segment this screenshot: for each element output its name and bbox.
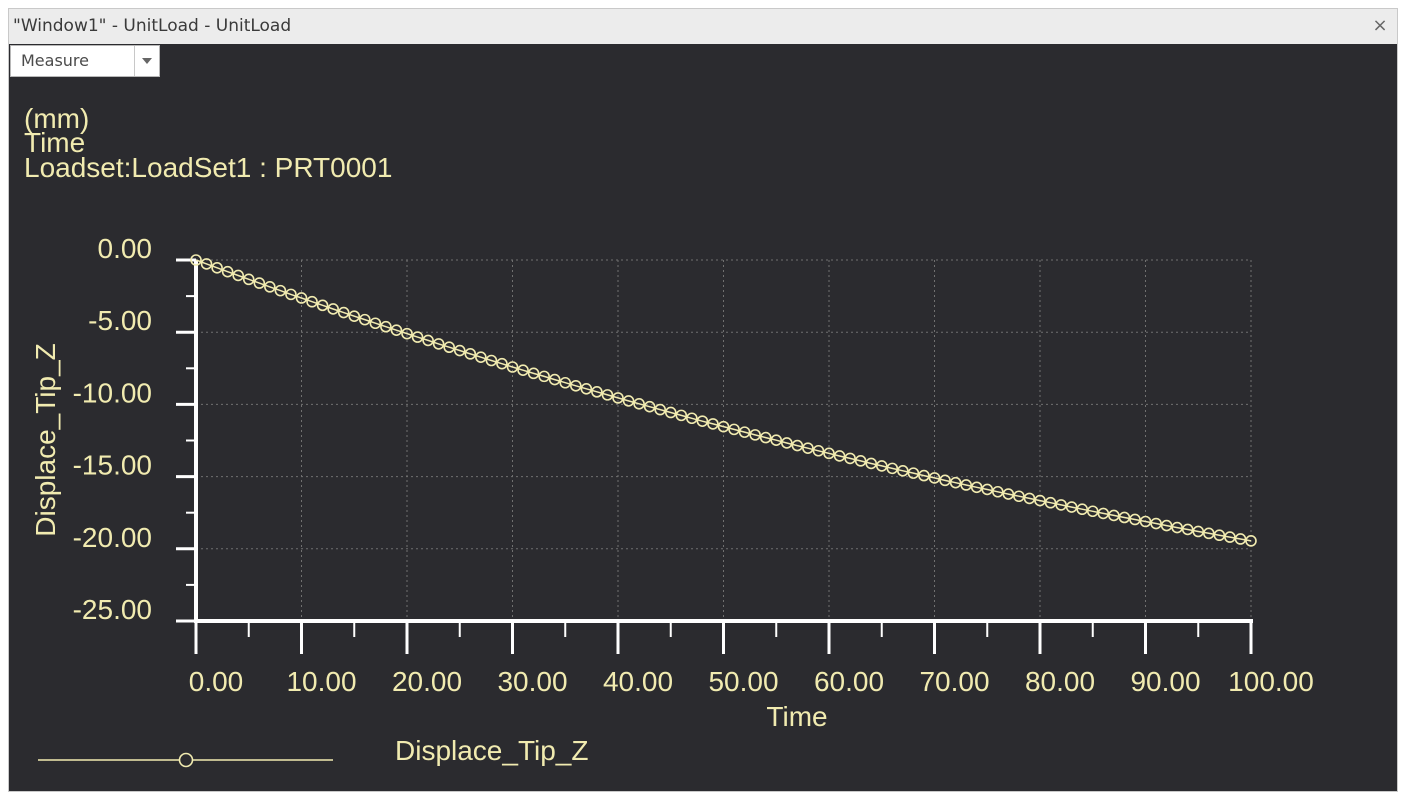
x-tick-label: 30.00	[497, 666, 567, 697]
x-tick-label: 10.00	[286, 666, 356, 697]
x-tick-label: 60.00	[814, 666, 884, 697]
x-tick-label: 90.00	[1130, 666, 1200, 697]
x-axis-label: Time	[766, 701, 827, 732]
y-tick-label: -25.00	[73, 594, 152, 625]
y-tick-label: -10.00	[73, 377, 152, 408]
x-tick-label: 0.00	[189, 666, 244, 697]
x-tick-label: 80.00	[1025, 666, 1095, 697]
chart-header-line: Loadset:LoadSet1 : PRT0001	[24, 152, 392, 183]
legend-label: Displace_Tip_Z	[395, 735, 588, 766]
x-tick-label: 20.00	[392, 666, 462, 697]
y-tick-label: -20.00	[73, 522, 152, 553]
y-tick-label: 0.00	[98, 233, 153, 264]
chart-canvas: (mm)TimeLoadset:LoadSet1 : PRT00010.00-5…	[24, 103, 1314, 768]
y-axis-label: Displace_Tip_Z	[30, 343, 61, 536]
x-tick-label: 40.00	[603, 666, 673, 697]
x-tick-label: 100.00	[1228, 666, 1314, 697]
x-tick-label: 70.00	[919, 666, 989, 697]
legend-marker	[178, 752, 194, 768]
x-tick-label: 50.00	[708, 666, 778, 697]
y-tick-label: -15.00	[73, 450, 152, 481]
y-tick-label: -5.00	[88, 305, 152, 336]
